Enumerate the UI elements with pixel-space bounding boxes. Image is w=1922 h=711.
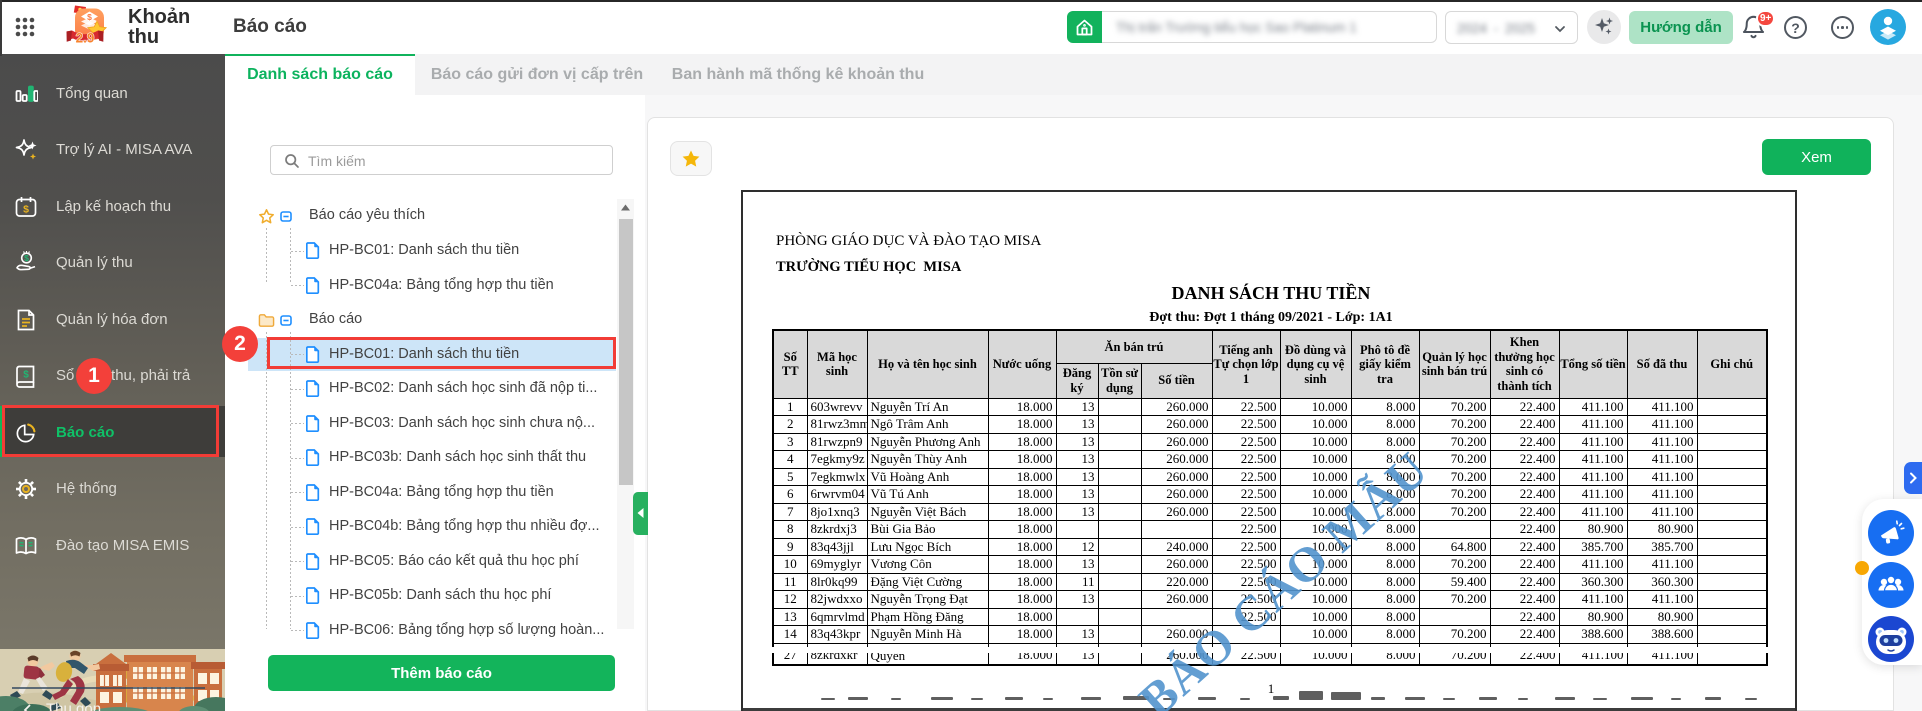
- svg-text:$: $: [87, 12, 92, 22]
- svg-text:$: $: [24, 253, 29, 263]
- svg-text:$: $: [23, 203, 29, 215]
- svg-text:2.9: 2.9: [76, 31, 95, 46]
- svg-text:$: $: [23, 370, 29, 381]
- svg-text:Thu gọn: Thu gọn: [46, 701, 101, 711]
